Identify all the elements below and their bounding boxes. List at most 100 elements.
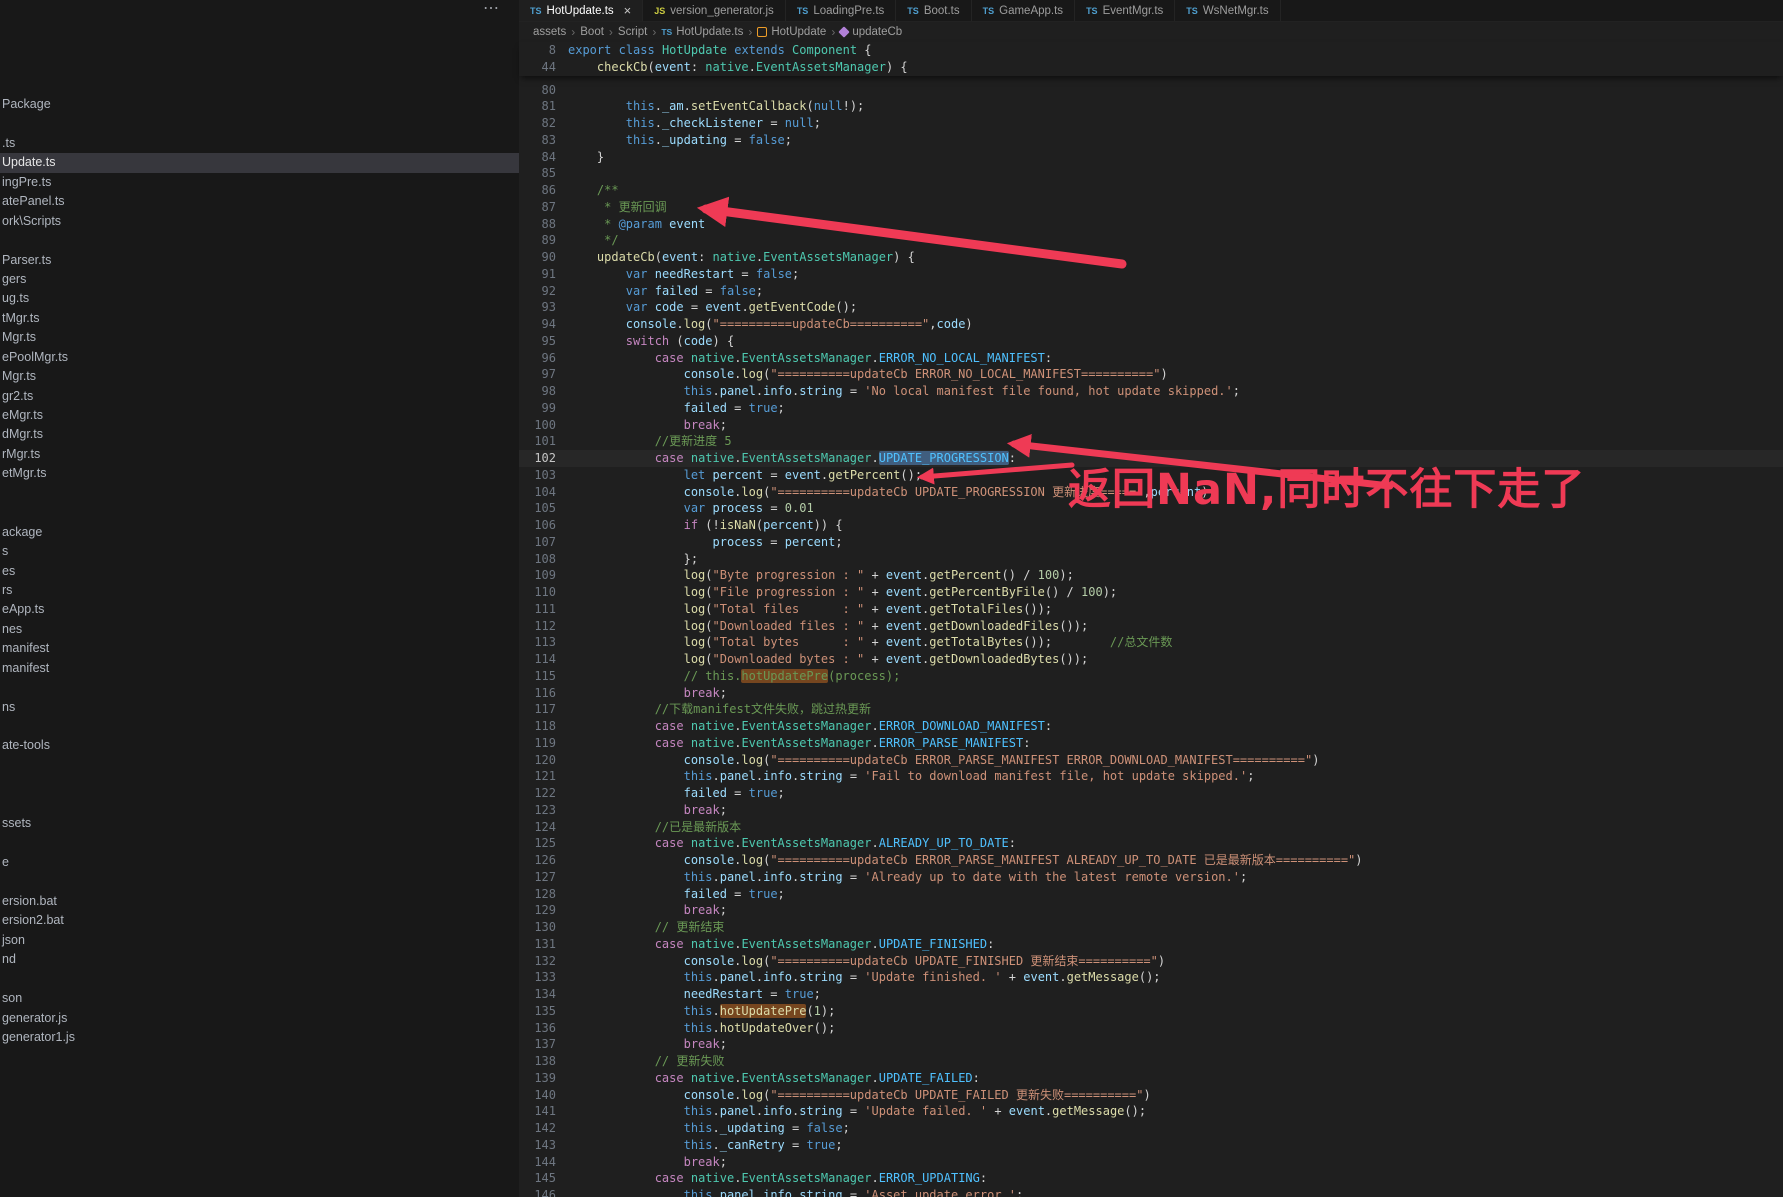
code-line-80[interactable]: 80 <box>519 82 1783 99</box>
breadcrumb-item[interactable]: HotUpdate <box>757 26 826 38</box>
line-number[interactable]: 44 <box>519 59 556 76</box>
editor-tab[interactable]: JS version_generator.js <box>643 0 786 21</box>
code-line-121[interactable]: 121 this.panel.info.string = 'Fail to do… <box>519 768 1783 785</box>
code-line-144[interactable]: 144 break; <box>519 1154 1783 1171</box>
code-line-105[interactable]: 105 var process = 0.01 <box>519 500 1783 517</box>
code-line-112[interactable]: 112 log("Downloaded files : " + event.ge… <box>519 618 1783 635</box>
code-line-106[interactable]: 106 if (!isNaN(percent)) { <box>519 517 1783 534</box>
line-number[interactable]: 134 <box>519 986 556 1003</box>
sidebar-file-item[interactable]: nd <box>0 950 519 969</box>
line-number[interactable]: 102 <box>519 450 556 467</box>
code-line-84[interactable]: 84 } <box>519 149 1783 166</box>
line-number[interactable]: 103 <box>519 467 556 484</box>
code-line-108[interactable]: 108 }; <box>519 551 1783 568</box>
code-line-95[interactable]: 95 switch (code) { <box>519 333 1783 350</box>
line-number[interactable]: 139 <box>519 1070 556 1087</box>
line-number[interactable]: 113 <box>519 634 556 651</box>
code-line-113[interactable]: 113 log("Total bytes : " + event.getTota… <box>519 634 1783 651</box>
code-line-107[interactable]: 107 process = percent; <box>519 534 1783 551</box>
line-number[interactable]: 87 <box>519 199 556 216</box>
sidebar-file-item[interactable]: nes <box>0 620 519 639</box>
code-line-44[interactable]: 44 checkCb(event: native.EventAssetsMana… <box>519 59 1783 76</box>
sidebar-file-item[interactable]: ssets <box>0 814 519 833</box>
editor-tab[interactable]: TS HotUpdate.ts × <box>519 0 644 21</box>
sidebar-file-item[interactable] <box>0 756 519 775</box>
sidebar-file-item[interactable]: manifest <box>0 639 519 658</box>
line-number[interactable]: 84 <box>519 149 556 166</box>
line-number[interactable]: 86 <box>519 182 556 199</box>
line-number[interactable]: 146 <box>519 1187 556 1197</box>
editor-tab[interactable]: TS GameApp.ts <box>971 0 1076 21</box>
editor-tab[interactable]: TS EventMgr.ts <box>1075 0 1176 21</box>
sidebar-file-item[interactable] <box>0 503 519 522</box>
line-number[interactable]: 98 <box>519 383 556 400</box>
line-number[interactable]: 96 <box>519 350 556 367</box>
code-line-120[interactable]: 120 console.log("==========updateCb ERRO… <box>519 752 1783 769</box>
line-number[interactable]: 116 <box>519 685 556 702</box>
sidebar-file-item[interactable] <box>0 834 519 853</box>
code-line-99[interactable]: 99 failed = true; <box>519 400 1783 417</box>
line-number[interactable]: 95 <box>519 333 556 350</box>
breadcrumb-item[interactable]: TS HotUpdate.ts <box>661 26 743 38</box>
sidebar-file-item[interactable]: tMgr.ts <box>0 309 519 328</box>
code-line-114[interactable]: 114 log("Downloaded bytes : " + event.ge… <box>519 651 1783 668</box>
code-line-118[interactable]: 118 case native.EventAssetsManager.ERROR… <box>519 718 1783 735</box>
line-number[interactable]: 83 <box>519 132 556 149</box>
line-number[interactable]: 123 <box>519 802 556 819</box>
line-number[interactable]: 89 <box>519 232 556 249</box>
editor-tab[interactable]: TS WsNetMgr.ts <box>1175 0 1281 21</box>
line-number[interactable]: 130 <box>519 919 556 936</box>
code-line-98[interactable]: 98 this.panel.info.string = 'No local ma… <box>519 383 1783 400</box>
code-line-87[interactable]: 87 * 更新回调 <box>519 199 1783 216</box>
sidebar-file-item[interactable]: son <box>0 989 519 1008</box>
sidebar-file-item[interactable]: ate-tools <box>0 736 519 755</box>
code-line-111[interactable]: 111 log("Total files : " + event.getTota… <box>519 601 1783 618</box>
line-number[interactable]: 145 <box>519 1170 556 1187</box>
sidebar-file-item[interactable]: .ts <box>0 134 519 153</box>
line-number[interactable]: 81 <box>519 98 556 115</box>
sidebar-file-item[interactable]: s <box>0 542 519 561</box>
code-line-97[interactable]: 97 console.log("==========updateCb ERROR… <box>519 366 1783 383</box>
line-number[interactable]: 99 <box>519 400 556 417</box>
sidebar-file-item[interactable]: Mgr.ts <box>0 367 519 386</box>
line-number[interactable]: 120 <box>519 752 556 769</box>
code-line-117[interactable]: 117 //下载manifest文件失败，跳过热更新 <box>519 701 1783 718</box>
code-line-86[interactable]: 86 /** <box>519 182 1783 199</box>
line-number[interactable]: 107 <box>519 534 556 551</box>
code-line-91[interactable]: 91 var needRestart = false; <box>519 266 1783 283</box>
code-line-141[interactable]: 141 this.panel.info.string = 'Update fai… <box>519 1103 1783 1120</box>
line-number[interactable]: 135 <box>519 1003 556 1020</box>
code-line-101[interactable]: 101 //更新进度 5 <box>519 433 1783 450</box>
line-number[interactable]: 111 <box>519 601 556 618</box>
line-number[interactable]: 121 <box>519 768 556 785</box>
code-line-145[interactable]: 145 case native.EventAssetsManager.ERROR… <box>519 1170 1783 1187</box>
sidebar-file-item[interactable]: eApp.ts <box>0 600 519 619</box>
sidebar-file-item[interactable]: json <box>0 931 519 950</box>
line-number[interactable]: 144 <box>519 1154 556 1171</box>
code-line-140[interactable]: 140 console.log("==========updateCb UPDA… <box>519 1087 1783 1104</box>
code-line-89[interactable]: 89 */ <box>519 232 1783 249</box>
code-line-143[interactable]: 143 this._canRetry = true; <box>519 1137 1783 1154</box>
code-line-132[interactable]: 132 console.log("==========updateCb UPDA… <box>519 953 1783 970</box>
sidebar-file-item[interactable]: atePanel.ts <box>0 192 519 211</box>
sidebar-file-item[interactable]: rs <box>0 581 519 600</box>
code-line-92[interactable]: 92 var failed = false; <box>519 283 1783 300</box>
line-number[interactable]: 109 <box>519 567 556 584</box>
sidebar-file-item[interactable]: es <box>0 562 519 581</box>
sidebar-file-item[interactable]: Parser.ts <box>0 251 519 270</box>
line-number[interactable]: 92 <box>519 283 556 300</box>
code-line-102[interactable]: 102 case native.EventAssetsManager.UPDAT… <box>519 450 1783 467</box>
code-line-122[interactable]: 122 failed = true; <box>519 785 1783 802</box>
line-number[interactable]: 129 <box>519 902 556 919</box>
line-number[interactable]: 140 <box>519 1087 556 1104</box>
line-number[interactable]: 136 <box>519 1020 556 1037</box>
code-line-116[interactable]: 116 break; <box>519 685 1783 702</box>
code-line-129[interactable]: 129 break; <box>519 902 1783 919</box>
more-actions-button[interactable]: ⋯ <box>483 0 501 18</box>
line-number[interactable]: 115 <box>519 668 556 685</box>
line-number[interactable]: 119 <box>519 735 556 752</box>
sidebar-file-item[interactable]: Package <box>0 95 519 114</box>
sidebar-file-item[interactable]: rMgr.ts <box>0 445 519 464</box>
code-line-128[interactable]: 128 failed = true; <box>519 886 1783 903</box>
code-editor[interactable]: 80 81 this._am.setEventCallback(null!); 82… <box>519 76 1783 1197</box>
